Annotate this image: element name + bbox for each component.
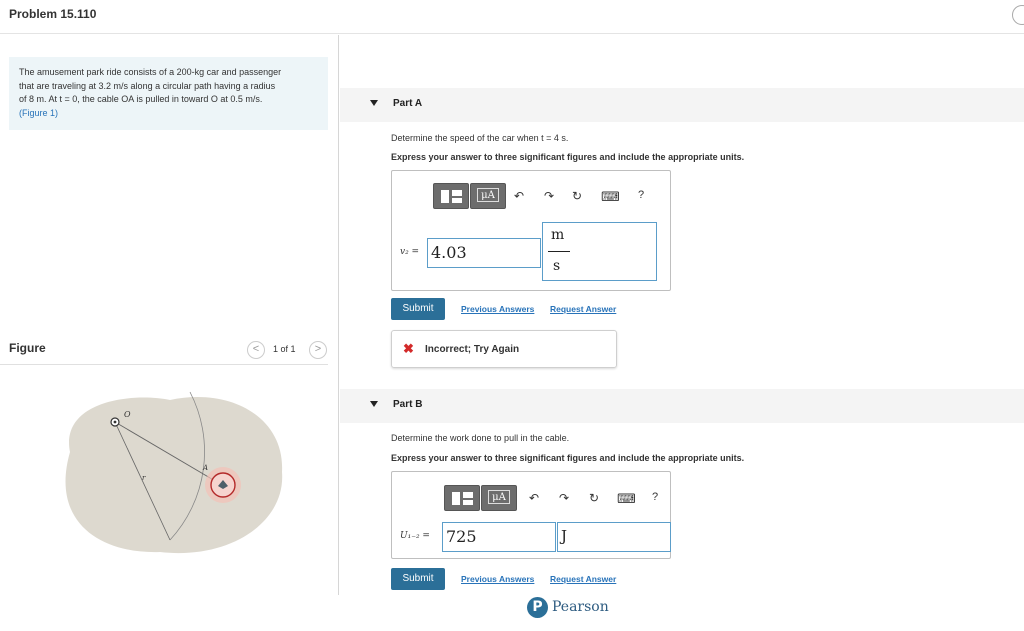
- figure-header: Figure < 1 of 1 >: [0, 337, 328, 365]
- part-b-answer-box: μA ↶ ↷ ↻ ⌨ ? U₁₋₂ = 725 J: [391, 471, 671, 559]
- u12-label: U₁₋₂ =: [400, 531, 430, 541]
- statement-line-2: that are traveling at 3.2 m/s along a ci…: [19, 80, 276, 91]
- incorrect-icon: ✖: [403, 341, 414, 356]
- pearson-logo-icon: P: [527, 597, 548, 618]
- v2-value-input[interactable]: 4.03: [427, 238, 541, 268]
- next-figure-button[interactable]: >: [309, 341, 327, 359]
- label-a: A: [202, 464, 208, 472]
- figure-label: Figure: [9, 341, 46, 355]
- ground-area: [65, 396, 283, 554]
- redo-icon[interactable]: ↷: [544, 189, 554, 203]
- part-b-question: Determine the work done to pull in the c…: [391, 433, 570, 443]
- top-bar: Problem 15.110: [0, 0, 1024, 34]
- part-b-title: Part B: [393, 399, 423, 410]
- statement-line-1: The amusement park ride consists of a 20…: [19, 67, 282, 77]
- u12-unit-input[interactable]: J: [557, 522, 671, 552]
- redo-icon[interactable]: ↷: [559, 491, 569, 505]
- part-b-submit-button[interactable]: Submit: [391, 568, 445, 590]
- collapse-triangle-icon[interactable]: [370, 100, 378, 106]
- part-b-request-answer-link[interactable]: Request Answer: [550, 574, 616, 584]
- figure-image: O A r: [65, 391, 283, 554]
- part-a-submit-button[interactable]: Submit: [391, 298, 445, 320]
- part-b-header[interactable]: Part B: [340, 389, 1024, 423]
- units-mu-button[interactable]: μA: [481, 485, 517, 511]
- problem-statement: The amusement park ride consists of a 20…: [9, 57, 328, 130]
- unit-numerator: m: [551, 227, 565, 243]
- keyboard-icon[interactable]: ⌨: [601, 189, 620, 205]
- u12-value-input[interactable]: 725: [442, 522, 556, 552]
- mu-label: μA: [477, 188, 499, 202]
- part-a-title: Part A: [393, 98, 423, 109]
- collapse-triangle-icon[interactable]: [370, 401, 378, 407]
- part-b-instruction: Express your answer to three significant…: [391, 453, 745, 463]
- pivot-o-center: [113, 420, 117, 424]
- prev-figure-button[interactable]: <: [247, 341, 265, 359]
- help-icon[interactable]: ?: [652, 491, 658, 503]
- part-a-header[interactable]: Part A: [340, 88, 1024, 122]
- fraction-bar: [548, 251, 570, 252]
- part-a-previous-answers-link[interactable]: Previous Answers: [461, 304, 534, 314]
- feedback-box: ✖ Incorrect; Try Again: [391, 330, 617, 368]
- figure-pager: 1 of 1: [273, 344, 296, 354]
- undo-icon[interactable]: ↶: [514, 189, 524, 203]
- reset-icon[interactable]: ↻: [572, 189, 582, 203]
- templates-icon[interactable]: [444, 485, 480, 511]
- keyboard-icon[interactable]: ⌨: [617, 491, 636, 507]
- mu-label: μA: [488, 490, 510, 504]
- part-a-answer-box: μA ↶ ↷ ↻ ⌨ ? v₂ = 4.03 m s: [391, 170, 671, 291]
- part-a-request-answer-link[interactable]: Request Answer: [550, 304, 616, 314]
- part-a-instruction: Express your answer to three significant…: [391, 152, 745, 162]
- reset-icon[interactable]: ↻: [589, 491, 599, 505]
- part-a-question: Determine the speed of the car when t = …: [391, 133, 569, 143]
- figure-link[interactable]: (Figure 1): [19, 107, 318, 121]
- feedback-message: Incorrect; Try Again: [425, 344, 520, 355]
- v2-label: v₂ =: [400, 247, 420, 257]
- templates-icon[interactable]: [433, 183, 469, 209]
- undo-icon[interactable]: ↶: [529, 491, 539, 505]
- statement-line-3: of 8 m. At t = 0, the cable OA is pulled…: [19, 94, 263, 104]
- menu-circle-icon[interactable]: [1012, 5, 1024, 25]
- label-o: O: [124, 410, 131, 419]
- unit-denominator: s: [553, 258, 561, 274]
- problem-title: Problem 15.110: [9, 7, 97, 21]
- part-b-previous-answers-link[interactable]: Previous Answers: [461, 574, 534, 584]
- pearson-name: Pearson: [552, 599, 609, 615]
- panel-divider: [338, 35, 339, 595]
- help-icon[interactable]: ?: [638, 189, 644, 201]
- v2-unit-input[interactable]: m s: [542, 222, 657, 281]
- units-mu-button[interactable]: μA: [470, 183, 506, 209]
